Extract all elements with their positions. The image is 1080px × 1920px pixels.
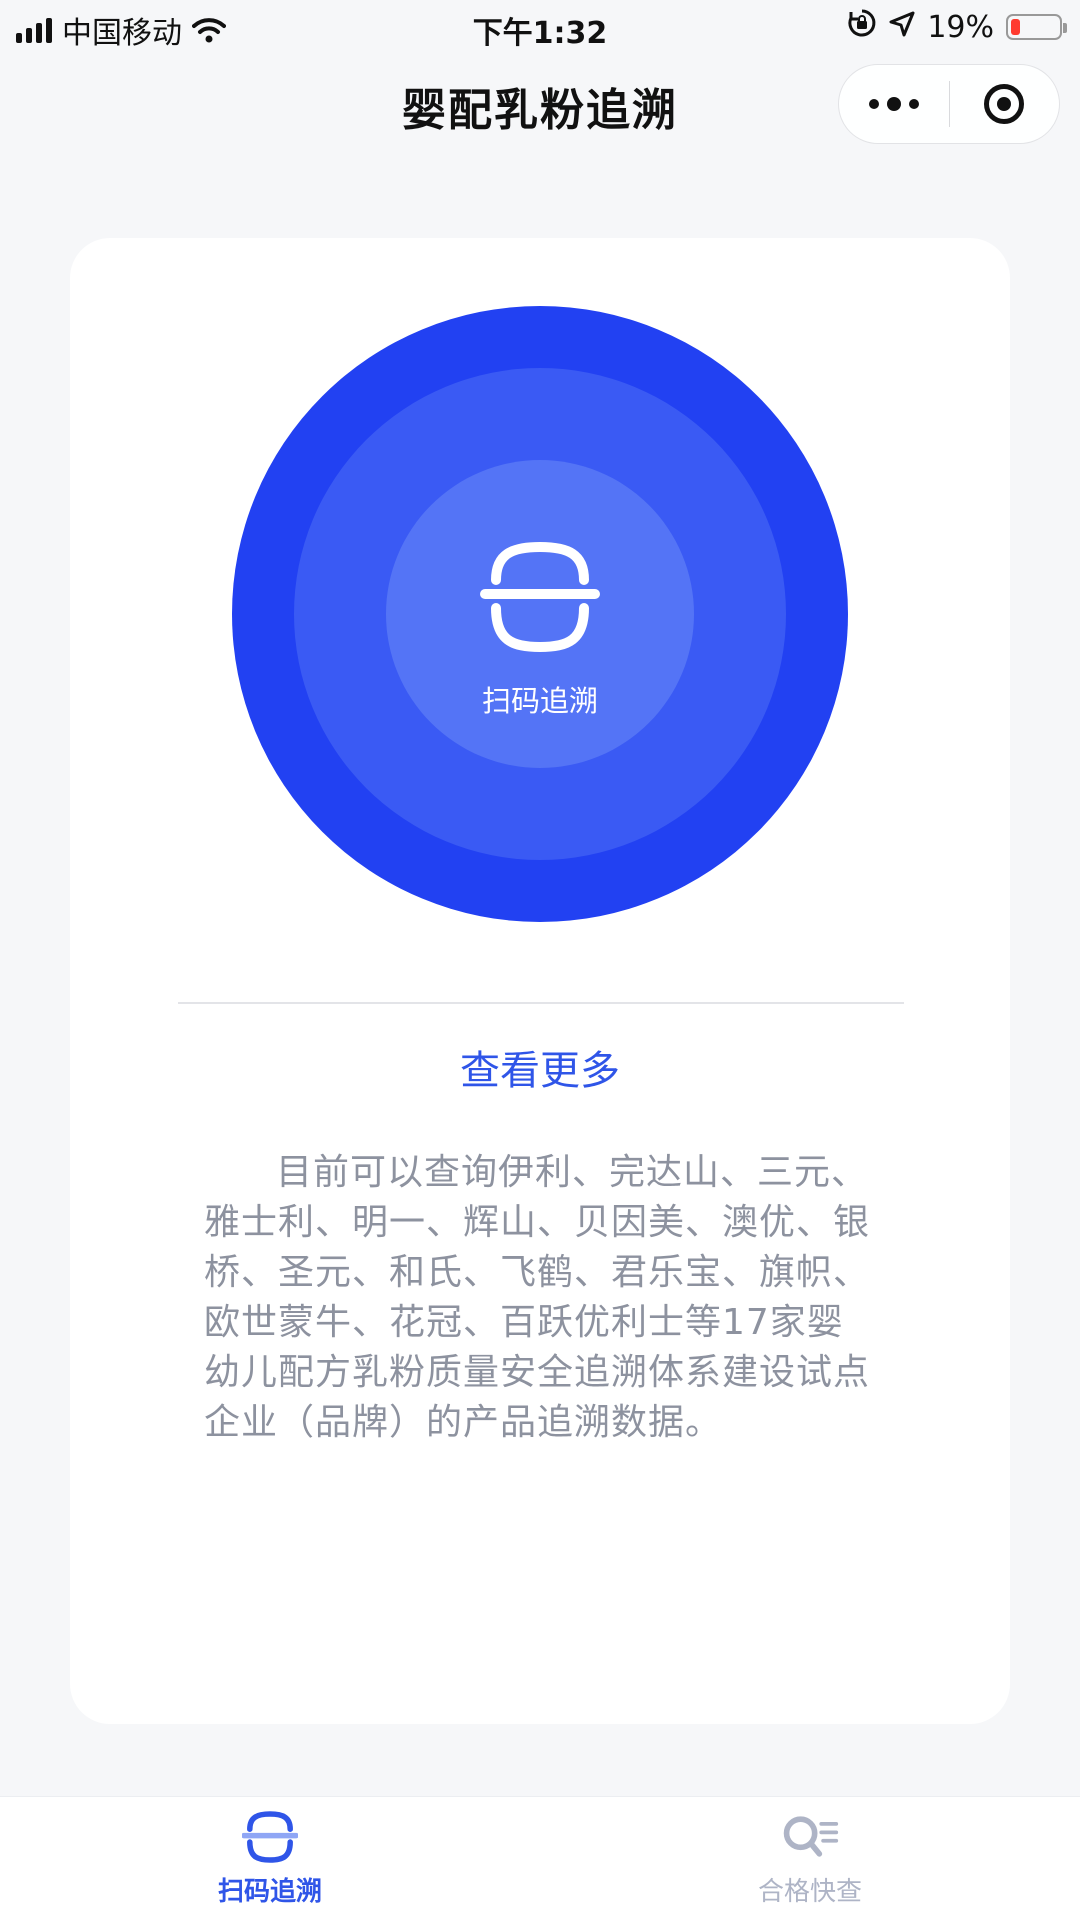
status-right: 19%: [847, 8, 1067, 46]
close-icon: [984, 84, 1025, 124]
scan-icon: [242, 1811, 298, 1863]
scan-ring-inner: 扫码追溯: [386, 460, 694, 768]
nav-bar: 婴配乳粉追溯: [0, 56, 1080, 152]
more-icon: [868, 97, 919, 111]
tab-label-check: 合格快查: [757, 1877, 862, 1907]
location-icon: [889, 10, 915, 45]
scan-ring-middle: 扫码追溯: [294, 368, 786, 860]
scan-icon: [480, 541, 600, 653]
tab-scan-trace[interactable]: 扫码追溯: [160, 1809, 380, 1917]
description-text: 目前可以查询伊利、完达山、三元、雅士利、明一、辉山、贝因美、澳优、银桥、圣元、和…: [204, 1152, 871, 1443]
battery-fill: [1011, 19, 1020, 35]
search-list-icon: [783, 1816, 839, 1857]
status-bar: 中国移动 下午1:32 19%: [0, 0, 1080, 56]
tab-bar: 扫码追溯 合格快查: [0, 1796, 1080, 1920]
tab-label-scan: 扫码追溯: [217, 1877, 322, 1907]
battery-icon: [1006, 14, 1067, 40]
divider: [178, 1002, 904, 1004]
scan-button-label: 扫码追溯: [481, 684, 598, 718]
app-screen: 中国移动 下午1:32 19% 婴配乳粉追溯 扫码追溯 查看更多 目前可以查询伊…: [0, 0, 1080, 1920]
tab-quick-check[interactable]: 合格快查: [700, 1809, 920, 1917]
main-card: 扫码追溯 查看更多 目前可以查询伊利、完达山、三元、雅士利、明一、辉山、贝因美、…: [70, 238, 1010, 1724]
orientation-lock-icon: [847, 8, 877, 46]
view-more-link[interactable]: 查看更多: [70, 1038, 1010, 1096]
more-button[interactable]: [839, 65, 949, 143]
close-button[interactable]: [950, 65, 1060, 143]
mini-program-capsule: [838, 64, 1060, 144]
battery-percent: 19%: [927, 9, 994, 45]
scan-button[interactable]: 扫码追溯: [232, 306, 848, 922]
